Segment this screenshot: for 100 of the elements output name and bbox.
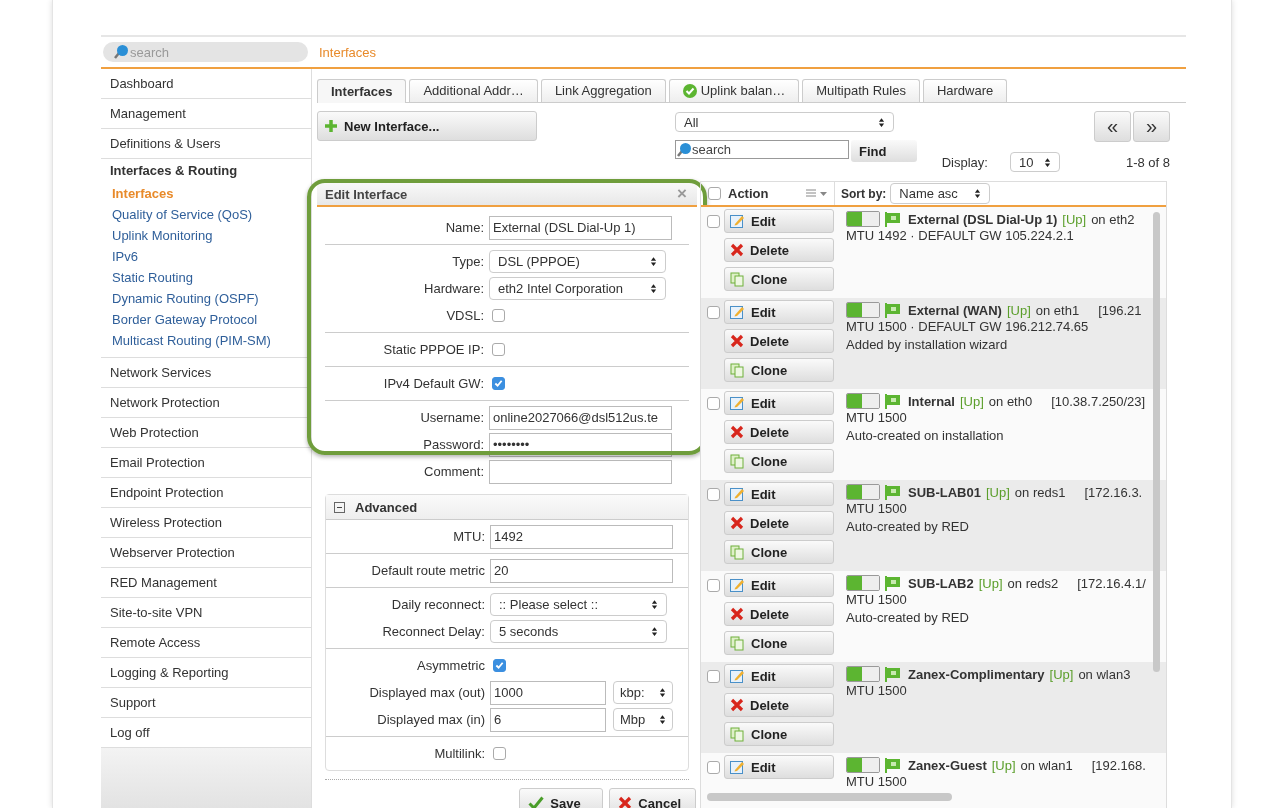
checkbox[interactable] xyxy=(493,659,506,672)
checkbox[interactable] xyxy=(707,215,720,228)
filter-select[interactable]: All xyxy=(675,112,894,132)
find-button[interactable]: Find xyxy=(851,140,917,162)
tab[interactable]: Hardware xyxy=(922,79,1008,102)
sidebar-subitem[interactable]: Uplink Monitoring xyxy=(112,225,311,246)
clone-button[interactable]: Clone xyxy=(724,631,834,655)
input-field[interactable]: 6 xyxy=(490,707,606,732)
sidebar-subitem[interactable]: Multicast Routing (PIM-SM) xyxy=(112,330,311,351)
toggle-switch[interactable] xyxy=(846,666,880,682)
tab[interactable]: Uplink balan… xyxy=(668,79,800,102)
pager-button[interactable]: « xyxy=(1094,111,1131,142)
toggle-switch[interactable] xyxy=(846,211,880,227)
checkbox[interactable] xyxy=(492,343,505,356)
sidebar-item[interactable]: Email Protection xyxy=(101,448,311,478)
input-field[interactable] xyxy=(489,459,672,484)
clone-button[interactable]: Clone xyxy=(724,722,834,746)
tab[interactable]: Link Aggregation xyxy=(540,79,666,102)
sidebar-item[interactable]: Wireless Protection xyxy=(101,508,311,538)
sidebar-item[interactable]: Webserver Protection xyxy=(101,538,311,568)
input-field[interactable]: 1492 xyxy=(490,524,673,549)
sort-select[interactable]: Name asc xyxy=(890,183,991,204)
toggle-switch[interactable] xyxy=(846,393,880,409)
edit-icon xyxy=(730,304,745,320)
sidebar-item[interactable]: Log off xyxy=(101,718,311,748)
pager-button[interactable]: » xyxy=(1133,111,1170,142)
input-field[interactable]: 20 xyxy=(490,558,673,583)
edit-button[interactable]: Edit xyxy=(724,755,834,779)
toggle-switch[interactable] xyxy=(846,757,880,773)
clone-button[interactable]: Clone xyxy=(724,449,834,473)
select-field[interactable]: 5 seconds xyxy=(490,620,667,643)
sidebar-item[interactable]: Interfaces & Routing xyxy=(101,159,311,183)
clone-button[interactable]: Clone xyxy=(724,358,834,382)
sidebar-item[interactable]: Web Protection xyxy=(101,418,311,448)
checkbox[interactable] xyxy=(707,579,720,592)
cancel-button[interactable]: Cancel xyxy=(609,788,696,808)
unit-select[interactable]: Mbp xyxy=(613,708,673,731)
sidebar-subitem[interactable]: Dynamic Routing (OSPF) xyxy=(112,288,311,309)
display-select[interactable]: 10 xyxy=(1009,152,1060,172)
toggle-switch[interactable] xyxy=(846,302,880,318)
sidebar-item[interactable]: Dashboard xyxy=(101,69,311,99)
save-button[interactable]: Save xyxy=(519,788,604,808)
edit-button[interactable]: Edit xyxy=(724,482,834,506)
delete-button[interactable]: Delete xyxy=(724,420,834,444)
clone-button[interactable]: Clone xyxy=(724,267,834,291)
collapse-icon[interactable] xyxy=(334,501,345,513)
checkbox[interactable] xyxy=(708,187,721,200)
checkbox[interactable] xyxy=(707,670,720,683)
sidebar-item[interactable]: Logging & Reporting xyxy=(101,658,311,688)
checkbox[interactable] xyxy=(707,761,720,774)
sidebar-subitem[interactable]: Static Routing xyxy=(112,267,311,288)
tab[interactable]: Multipath Rules xyxy=(802,79,920,102)
edit-button[interactable]: Edit xyxy=(724,300,834,324)
sidebar-item[interactable]: Support xyxy=(101,688,311,718)
select-field[interactable]: :: Please select :: xyxy=(490,593,667,616)
sidebar-subitem[interactable]: Quality of Service (QoS) xyxy=(112,204,311,225)
sidebar-item[interactable]: Endpoint Protection xyxy=(101,478,311,508)
checkbox[interactable] xyxy=(707,488,720,501)
sidebar-subitem[interactable]: Border Gateway Protocol xyxy=(112,309,311,330)
tab[interactable]: Interfaces xyxy=(317,79,407,103)
scrollbar[interactable] xyxy=(707,793,952,801)
sidebar-item[interactable]: RED Management xyxy=(101,568,311,598)
select-field[interactable]: eth2 Intel Corporation xyxy=(489,277,666,300)
delete-button[interactable]: Delete xyxy=(724,511,834,535)
list-menu-icon[interactable] xyxy=(806,188,828,199)
checkbox[interactable] xyxy=(492,377,505,390)
input-field[interactable]: online2027066@dsl512us.te xyxy=(489,405,672,430)
input-field[interactable]: External (DSL Dial-Up 1) xyxy=(489,215,672,240)
scrollbar[interactable] xyxy=(1153,212,1160,672)
checkbox[interactable] xyxy=(707,397,720,410)
edit-icon xyxy=(730,577,745,593)
delete-button[interactable]: Delete xyxy=(724,693,834,717)
sidebar-item[interactable]: Site-to-site VPN xyxy=(101,598,311,628)
delete-button[interactable]: Delete xyxy=(724,329,834,353)
search-field[interactable]: search xyxy=(675,140,849,159)
edit-button[interactable]: Edit xyxy=(724,209,834,233)
edit-icon xyxy=(730,668,745,684)
edit-button[interactable]: Edit xyxy=(724,664,834,688)
edit-button[interactable]: Edit xyxy=(724,391,834,415)
checkbox[interactable] xyxy=(493,747,506,760)
select-field[interactable]: DSL (PPPOE) xyxy=(489,250,666,273)
input-field[interactable]: 1000 xyxy=(490,680,606,705)
checkbox[interactable] xyxy=(707,306,720,319)
edit-button[interactable]: Edit xyxy=(724,573,834,597)
delete-button[interactable]: Delete xyxy=(724,602,834,626)
tab[interactable]: Additional Addr… xyxy=(409,79,538,102)
clone-button[interactable]: Clone xyxy=(724,540,834,564)
unit-select[interactable]: kbp: xyxy=(613,681,673,704)
sidebar-subitem[interactable]: IPv6 xyxy=(112,246,311,267)
field-label: Default route metric xyxy=(370,563,486,578)
new-interface-button[interactable]: New Interface... xyxy=(317,111,537,141)
sidebar-item[interactable]: Management xyxy=(101,99,311,129)
checkbox[interactable] xyxy=(492,309,505,322)
toggle-switch[interactable] xyxy=(846,575,880,591)
delete-button[interactable]: Delete xyxy=(724,238,834,262)
sidebar-item[interactable]: Remote Access xyxy=(101,628,311,658)
sidebar-item[interactable]: Definitions & Users xyxy=(101,129,311,159)
dropdown-arrow-icon xyxy=(651,599,658,610)
toggle-switch[interactable] xyxy=(846,484,880,500)
field-label: Multilink: xyxy=(433,746,486,761)
